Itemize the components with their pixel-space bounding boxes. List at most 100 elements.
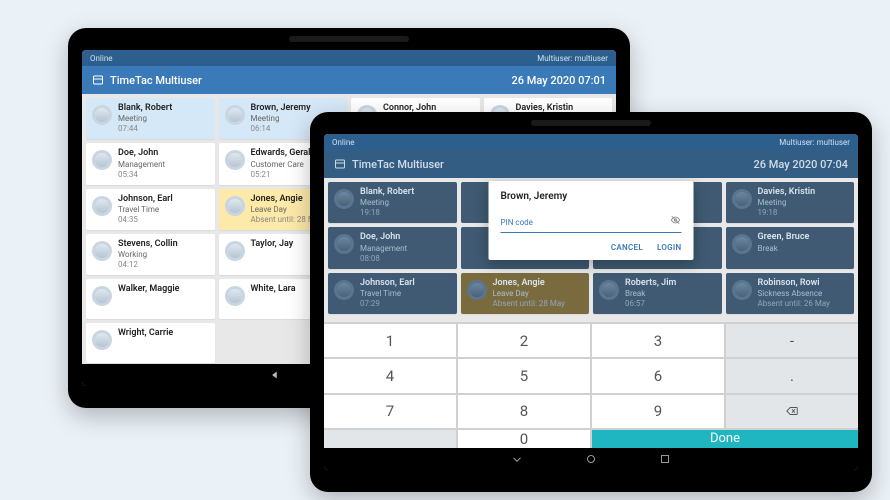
user-card[interactable]: Johnson, EarlTravel Time07:29 bbox=[328, 273, 457, 314]
dialog-title: Brown, Jeremy bbox=[501, 191, 682, 202]
user-card[interactable]: Stevens, CollinWorking04:12 bbox=[86, 234, 215, 275]
app-icon bbox=[92, 74, 104, 86]
user-name: Roberts, Jim bbox=[625, 278, 676, 289]
key-6[interactable]: 6 bbox=[592, 359, 724, 392]
status-right: Multiuser: multiuser bbox=[779, 138, 850, 147]
user-card[interactable]: Roberts, JimBreak06:57 bbox=[593, 273, 722, 314]
user-name: Doe, John bbox=[360, 232, 407, 243]
user-time: Absent until: 28 May bbox=[493, 299, 565, 309]
user-card[interactable]: Robinson, RowiSickness AbsenceAbsent unt… bbox=[726, 273, 855, 314]
status-left: Online bbox=[90, 54, 112, 63]
user-name: Johnson, Earl bbox=[360, 278, 415, 289]
user-card[interactable]: Doe, JohnManagement08:08 bbox=[328, 227, 457, 268]
nav-recent-icon[interactable] bbox=[658, 452, 672, 466]
user-name: Stevens, Collin bbox=[118, 239, 178, 250]
avatar bbox=[225, 105, 245, 125]
key-7[interactable]: 7 bbox=[324, 395, 456, 428]
pin-placeholder: PIN code bbox=[501, 218, 533, 227]
cancel-button[interactable]: CANCEL bbox=[611, 243, 643, 252]
avatar bbox=[225, 241, 245, 261]
user-time: 04:35 bbox=[118, 215, 173, 225]
user-name: Jones, Angie bbox=[493, 278, 565, 289]
user-status: Leave Day bbox=[493, 289, 565, 299]
app-icon bbox=[334, 158, 346, 170]
user-card[interactable]: Blank, RobertMeeting19:18 bbox=[328, 182, 457, 223]
avatar bbox=[225, 286, 245, 306]
key-backspace[interactable] bbox=[726, 395, 858, 428]
user-name: Edwards, Gerald bbox=[251, 148, 316, 159]
avatar bbox=[732, 234, 752, 254]
user-status: Break bbox=[758, 244, 810, 254]
user-time: 19:18 bbox=[360, 208, 414, 218]
user-status: Customer Care bbox=[251, 160, 316, 170]
user-name: Walker, Maggie bbox=[118, 284, 180, 295]
key-3[interactable]: 3 bbox=[592, 324, 724, 357]
key-9[interactable]: 9 bbox=[592, 395, 724, 428]
key-1[interactable]: 1 bbox=[324, 324, 456, 357]
user-status: Working bbox=[118, 250, 178, 260]
tablet-front: Online Multiuser: multiuser TimeTac Mult… bbox=[310, 112, 872, 492]
user-status: Meeting bbox=[118, 114, 172, 124]
key-done[interactable]: Done bbox=[592, 430, 858, 448]
user-status: Meeting bbox=[251, 114, 311, 124]
user-card[interactable]: Doe, JohnManagement05:34 bbox=[86, 143, 215, 184]
user-status: Management bbox=[360, 244, 407, 254]
avatar bbox=[599, 280, 619, 300]
avatar bbox=[732, 280, 752, 300]
user-card[interactable]: Green, BruceBreak bbox=[726, 227, 855, 268]
user-time: 06:57 bbox=[625, 299, 676, 309]
user-name: Blank, Robert bbox=[118, 103, 172, 114]
app-bar: TimeTac Multiuser 26 May 2020 07:04 bbox=[324, 150, 858, 178]
key-dot[interactable]: . bbox=[726, 359, 858, 392]
backspace-icon bbox=[783, 404, 801, 418]
key-2[interactable]: 2 bbox=[458, 324, 590, 357]
avatar bbox=[92, 105, 112, 125]
nav-collapse-icon[interactable] bbox=[510, 452, 524, 466]
avatar bbox=[334, 189, 354, 209]
user-time: 07:44 bbox=[118, 124, 172, 134]
nav-home-icon[interactable] bbox=[584, 452, 598, 466]
app-title: TimeTac Multiuser bbox=[352, 158, 444, 171]
pin-input[interactable]: PIN code bbox=[501, 210, 682, 233]
screen-front: Online Multiuser: multiuser TimeTac Mult… bbox=[324, 134, 858, 470]
avatar bbox=[467, 280, 487, 300]
avatar bbox=[732, 189, 752, 209]
user-card[interactable]: Davies, KristinMeeting19:18 bbox=[726, 182, 855, 223]
user-card[interactable]: Johnson, EarlTravel Time04:35 bbox=[86, 189, 215, 230]
user-name: Brown, Jeremy bbox=[251, 103, 311, 114]
status-left: Online bbox=[332, 138, 354, 147]
user-time: 07:29 bbox=[360, 299, 415, 309]
avatar bbox=[225, 150, 245, 170]
nav-back-icon[interactable] bbox=[268, 368, 282, 382]
app-bar: TimeTac Multiuser 26 May 2020 07:01 bbox=[82, 66, 616, 94]
key-0[interactable]: 0 bbox=[458, 430, 590, 448]
app-date: 26 May 2020 07:01 bbox=[512, 74, 606, 87]
status-bar: Online Multiuser: multiuser bbox=[324, 134, 858, 150]
user-time: 08:08 bbox=[360, 254, 407, 264]
key-dash[interactable]: - bbox=[726, 324, 858, 357]
login-button[interactable]: LOGIN bbox=[657, 243, 682, 252]
user-name: Taylor, Jay bbox=[251, 239, 294, 250]
user-card[interactable]: Jones, AngieLeave DayAbsent until: 28 Ma… bbox=[461, 273, 590, 314]
key-5[interactable]: 5 bbox=[458, 359, 590, 392]
user-card[interactable]: Walker, Maggie bbox=[86, 279, 215, 319]
pin-dialog: Brown, Jeremy PIN code CANCEL LOGIN bbox=[489, 181, 694, 260]
app-title: TimeTac Multiuser bbox=[110, 74, 202, 87]
user-status: Meeting bbox=[360, 198, 414, 208]
user-status: Travel Time bbox=[118, 205, 173, 215]
avatar bbox=[334, 280, 354, 300]
user-name: Davies, Kristin bbox=[758, 187, 816, 198]
key-8[interactable]: 8 bbox=[458, 395, 590, 428]
user-status: Meeting bbox=[758, 198, 816, 208]
app-date: 26 May 2020 07:04 bbox=[754, 158, 848, 171]
key-empty bbox=[324, 430, 456, 448]
avatar bbox=[92, 150, 112, 170]
visibility-toggle-icon[interactable] bbox=[670, 210, 682, 229]
user-card[interactable]: Blank, RobertMeeting07:44 bbox=[86, 98, 215, 139]
user-time: 05:34 bbox=[118, 170, 165, 180]
user-card[interactable]: Wright, Carrie bbox=[86, 323, 215, 363]
user-name: Wright, Carrie bbox=[118, 328, 173, 339]
avatar bbox=[334, 234, 354, 254]
avatar bbox=[225, 196, 245, 216]
key-4[interactable]: 4 bbox=[324, 359, 456, 392]
